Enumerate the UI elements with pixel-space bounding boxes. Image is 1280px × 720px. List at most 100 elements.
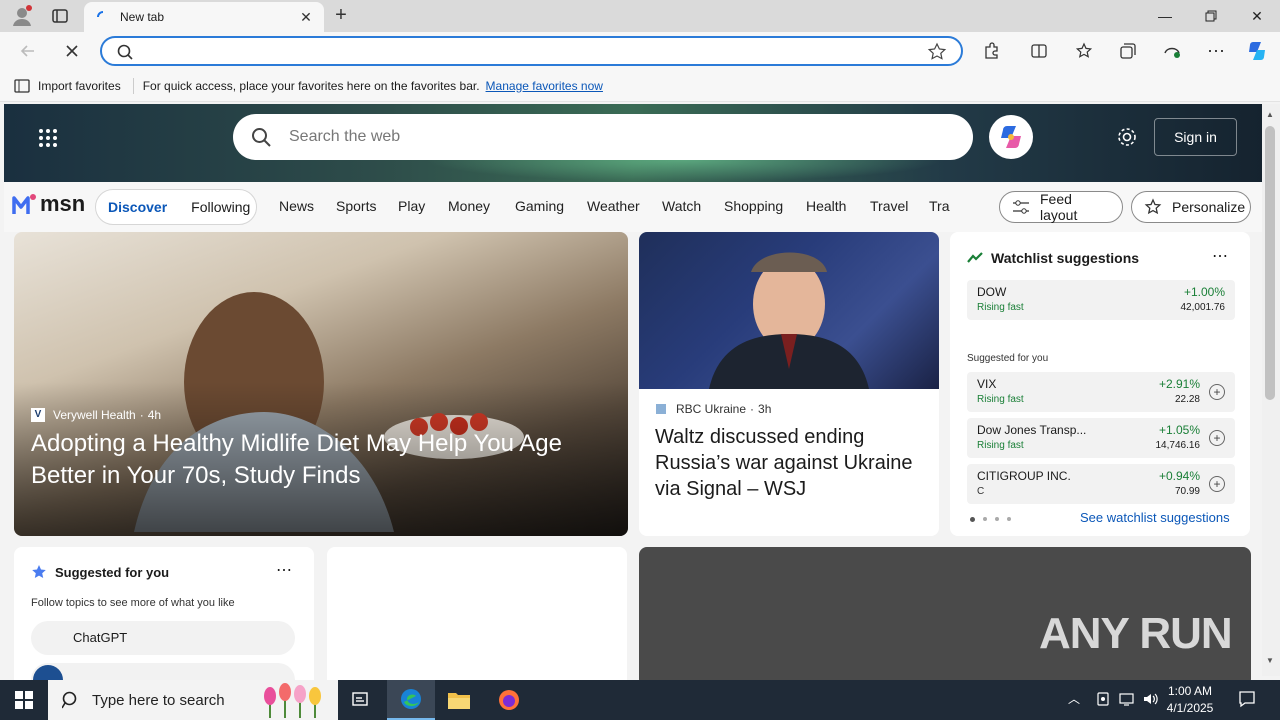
import-favorites-icon: [14, 78, 32, 94]
story-headline[interactable]: Adopting a Healthy Midlife Diet May Help…: [31, 428, 611, 492]
new-tab-button[interactable]: +: [330, 5, 352, 27]
feed-switch: Discover Following: [95, 189, 257, 225]
story-source: V Verywell Health · 4h: [31, 408, 161, 422]
collections-icon[interactable]: [1114, 39, 1142, 63]
nav-weather[interactable]: Weather: [587, 198, 640, 214]
watchlist-header: Watchlist suggestions: [967, 250, 1139, 266]
nav-traffic[interactable]: Tra: [929, 198, 950, 214]
scroll-thumb[interactable]: [1265, 126, 1275, 400]
split-screen-icon[interactable]: [1025, 39, 1053, 63]
add-to-watchlist-icon[interactable]: +: [1209, 430, 1225, 446]
personalize-button[interactable]: Personalize: [1131, 191, 1251, 223]
source-logo-icon: V: [31, 408, 45, 422]
watchlist-row[interactable]: CITIGROUP INC. C +0.94% 70.99 +: [967, 464, 1235, 504]
favorites-icon[interactable]: [1070, 39, 1098, 63]
story-headline[interactable]: Waltz discussed ending Russia’s war agai…: [655, 424, 925, 502]
nav-watch[interactable]: Watch: [662, 198, 701, 214]
tab-title: New tab: [120, 10, 165, 24]
add-to-watchlist-icon[interactable]: +: [1209, 384, 1225, 400]
watchlist-row[interactable]: Dow Jones Transp... Rising fast +1.05% 1…: [967, 418, 1235, 458]
sparkle-star-icon: [1144, 198, 1162, 216]
search-icon: [251, 127, 271, 147]
tulips-icon: [260, 682, 330, 718]
add-to-watchlist-icon[interactable]: +: [1209, 476, 1225, 492]
watermark: ANY RUN: [1039, 609, 1233, 658]
settings-gear-icon[interactable]: [1116, 126, 1138, 148]
divider: [132, 77, 134, 94]
profile-icon[interactable]: [10, 4, 34, 28]
tab-following[interactable]: Following: [179, 199, 262, 215]
nav-travel[interactable]: Travel: [870, 198, 908, 214]
main-story-card[interactable]: V Verywell Health · 4h Adopting a Health…: [14, 232, 628, 536]
search-icon: [116, 43, 134, 61]
suggested-subtitle: Follow topics to see more of what you li…: [31, 597, 235, 609]
apps-grid-icon[interactable]: [38, 128, 58, 148]
nav-shopping[interactable]: Shopping: [724, 198, 783, 214]
suggested-header: Suggested for you: [31, 564, 169, 580]
sliders-icon: [1012, 199, 1030, 215]
file-explorer-icon[interactable]: [435, 680, 483, 720]
minimize-button[interactable]: —: [1142, 0, 1188, 32]
scroll-up-icon[interactable]: ▲: [1266, 110, 1274, 119]
scroll-down-icon[interactable]: ▼: [1266, 656, 1274, 665]
news-story-card[interactable]: RBC Ukraine · 3h Waltz discussed ending …: [639, 232, 939, 536]
close-tab-icon[interactable]: ✕: [294, 5, 318, 29]
nav-gaming[interactable]: Gaming: [515, 198, 564, 214]
trend-up-icon: [967, 252, 983, 264]
address-bar[interactable]: [100, 36, 963, 66]
favorites-message: For quick access, place your favorites h…: [142, 78, 480, 93]
sign-in-button[interactable]: Sign in: [1154, 118, 1237, 156]
edge-taskbar-icon[interactable]: [387, 680, 435, 720]
placeholder-card: [327, 547, 627, 687]
source-logo-icon: [656, 404, 666, 414]
nav-play[interactable]: Play: [398, 198, 425, 214]
performance-icon[interactable]: [1158, 39, 1186, 63]
firefox-icon[interactable]: [485, 680, 533, 720]
more-options-icon[interactable]: ⋯: [276, 560, 292, 580]
show-hidden-icons-icon[interactable]: ︿: [1068, 690, 1080, 707]
copilot-button[interactable]: [989, 115, 1033, 159]
more-options-icon[interactable]: ⋯: [1212, 246, 1228, 266]
nav-health[interactable]: Health: [806, 198, 846, 214]
msn-logo[interactable]: msn: [12, 191, 85, 217]
notifications-icon[interactable]: [1238, 690, 1256, 708]
feed-layout-button[interactable]: Feed layout: [999, 191, 1123, 223]
back-button[interactable]: [14, 39, 42, 63]
search-icon: [62, 691, 80, 709]
copilot-icon[interactable]: [1245, 39, 1269, 63]
nav-sports[interactable]: Sports: [336, 198, 376, 214]
badge-star-icon: [31, 564, 47, 580]
watchlist-row-dow[interactable]: DOW Rising fast +1.00% 42,001.76: [967, 280, 1235, 320]
more-options-icon[interactable]: ⋯: [1202, 39, 1230, 63]
watchlist-card: Watchlist suggestions ⋯ DOW Rising fast …: [950, 232, 1250, 536]
network-icon[interactable]: [1118, 691, 1136, 707]
close-window-button[interactable]: ✕: [1234, 0, 1280, 32]
topic-chip-chatgpt[interactable]: ChatGPT: [31, 621, 295, 655]
story-source: RBC Ukraine · 3h: [656, 402, 771, 416]
web-search-input[interactable]: Search the web: [233, 114, 973, 160]
video-card[interactable]: ANY RUN: [639, 547, 1251, 687]
favorite-star-icon[interactable]: [927, 42, 947, 62]
taskbar-clock[interactable]: 1:00 AM 4/1/2025: [1160, 683, 1220, 717]
tab-discover[interactable]: Discover: [96, 199, 179, 215]
restore-button[interactable]: [1188, 0, 1234, 32]
device-icon[interactable]: [1095, 691, 1111, 707]
stop-loading-button[interactable]: [58, 39, 86, 63]
see-watchlist-link[interactable]: See watchlist suggestions: [1080, 510, 1230, 525]
favorites-bar: Import favorites For quick access, place…: [0, 70, 1280, 102]
story-image: [639, 232, 939, 389]
start-button[interactable]: [0, 680, 48, 720]
watchlist-row[interactable]: VIX Rising fast +2.91% 22.28 +: [967, 372, 1235, 412]
import-favorites-button[interactable]: Import favorites: [38, 79, 121, 93]
nav-money[interactable]: Money: [448, 198, 490, 214]
taskbar-search[interactable]: Type here to search: [48, 680, 338, 720]
volume-icon[interactable]: [1142, 691, 1160, 707]
tab-actions-icon[interactable]: [50, 6, 70, 26]
loading-icon: [96, 10, 110, 24]
nav-news[interactable]: News: [279, 198, 314, 214]
manage-favorites-link[interactable]: Manage favorites now: [486, 79, 603, 93]
carousel-dots[interactable]: [970, 517, 1011, 522]
task-view-icon[interactable]: [338, 680, 386, 720]
tab-new-tab[interactable]: New tab ✕: [84, 2, 324, 32]
extensions-icon[interactable]: [977, 39, 1005, 63]
